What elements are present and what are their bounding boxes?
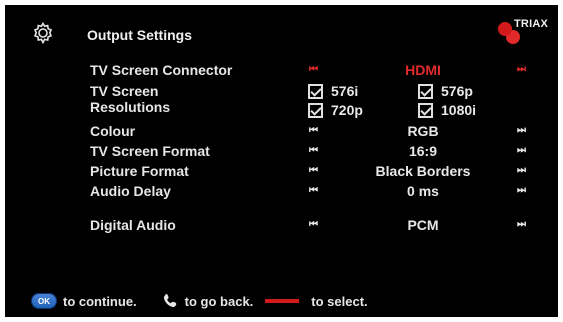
setting-value-digital-audio[interactable]: PCM	[353, 217, 493, 233]
setting-value-connector[interactable]: HDMI	[353, 62, 493, 78]
setting-label-resolutions-line1: TV Screen	[90, 83, 159, 99]
setting-value-colour[interactable]: RGB	[353, 123, 493, 139]
resolution-option-1080i[interactable]: 1080i	[418, 102, 476, 118]
hint-back: to go back.	[184, 293, 254, 309]
checkbox-checked-icon[interactable]	[418, 102, 433, 118]
gear-icon	[33, 21, 53, 45]
triax-logo: TRIAX	[494, 15, 554, 47]
right-arrow-icon[interactable]: ⏭	[517, 125, 526, 136]
hint-continue: to continue.	[63, 293, 137, 309]
checkbox-checked-icon[interactable]	[308, 83, 323, 99]
setting-label-connector: TV Screen Connector	[90, 62, 233, 78]
right-arrow-icon[interactable]: ⏭	[517, 145, 526, 156]
left-arrow-icon[interactable]: ⏮	[309, 64, 318, 75]
left-arrow-icon[interactable]: ⏮	[309, 145, 318, 156]
logo-dot-icon	[498, 22, 512, 36]
setting-value-audio-delay[interactable]: 0 ms	[353, 183, 493, 199]
right-arrow-icon[interactable]: ⏭	[517, 219, 526, 230]
red-key-icon	[265, 299, 300, 303]
setting-label-colour: Colour	[90, 123, 136, 139]
right-arrow-icon[interactable]: ⏭	[517, 64, 526, 75]
resolution-option-576i[interactable]: 576i	[308, 83, 358, 99]
setting-value-screen-format[interactable]: 16:9	[353, 143, 493, 159]
setting-label-picture-format: Picture Format	[90, 163, 189, 179]
tv-screen: Output Settings TRIAX TV Screen Connecto…	[5, 5, 558, 317]
page-title: Output Settings	[87, 27, 192, 43]
setting-label-digital-audio: Digital Audio	[90, 217, 176, 233]
right-arrow-icon[interactable]: ⏭	[517, 165, 526, 176]
setting-value-picture-format[interactable]: Black Borders	[353, 163, 493, 179]
back-phone-icon	[163, 294, 176, 308]
left-arrow-icon[interactable]: ⏮	[309, 165, 318, 176]
footer-hints: OK to continue. to go back. to select.	[31, 292, 368, 310]
hint-select: to select.	[311, 293, 368, 309]
resolution-option-720p[interactable]: 720p	[308, 102, 363, 118]
checkbox-checked-icon[interactable]	[308, 102, 323, 118]
setting-label-audio-delay: Audio Delay	[90, 183, 171, 199]
resolution-option-576p[interactable]: 576p	[418, 83, 473, 99]
checkbox-checked-icon[interactable]	[418, 83, 433, 99]
setting-label-resolutions-line2: Resolutions	[90, 99, 171, 115]
left-arrow-icon[interactable]: ⏮	[309, 185, 318, 196]
ok-button-icon: OK	[31, 293, 57, 309]
left-arrow-icon[interactable]: ⏮	[309, 125, 318, 136]
setting-label-screen-format: TV Screen Format	[90, 143, 210, 159]
right-arrow-icon[interactable]: ⏭	[517, 185, 526, 196]
left-arrow-icon[interactable]: ⏮	[309, 219, 318, 230]
